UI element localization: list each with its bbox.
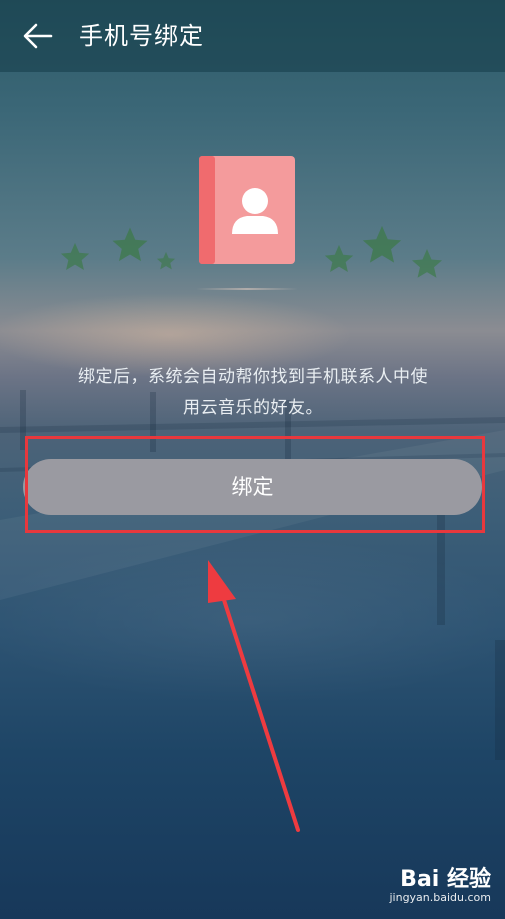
star-icon (112, 227, 148, 262)
page-title: 手机号绑定 (79, 22, 204, 50)
red-arrow-icon (208, 560, 300, 832)
hero-illustration (0, 140, 505, 300)
star-icon (60, 242, 90, 271)
contact-book-icon (199, 156, 295, 264)
star-icon (324, 244, 354, 273)
arrow-left-icon (23, 23, 53, 49)
star-icon (362, 225, 402, 263)
top-app-bar: 手机号绑定 (0, 0, 505, 72)
description-line-1: 绑定后，系统会自动帮你找到手机联系人中使 (78, 367, 428, 387)
watermark-url: jingyan.baidu.com (389, 891, 491, 904)
bind-description: 绑定后，系统会自动帮你找到手机联系人中使 用云音乐的好友。 (58, 362, 448, 424)
watermark-logo: Bai 经验 (400, 867, 491, 892)
annotation-highlight-box (25, 436, 485, 533)
description-line-2: 用云音乐的好友。 (183, 398, 323, 418)
hero-divider (196, 288, 298, 290)
star-icon (412, 249, 442, 278)
back-button[interactable] (18, 18, 58, 54)
star-icon (156, 251, 176, 270)
baidu-jingyan-watermark: Bai 经验 jingyan.baidu.com (361, 861, 491, 909)
